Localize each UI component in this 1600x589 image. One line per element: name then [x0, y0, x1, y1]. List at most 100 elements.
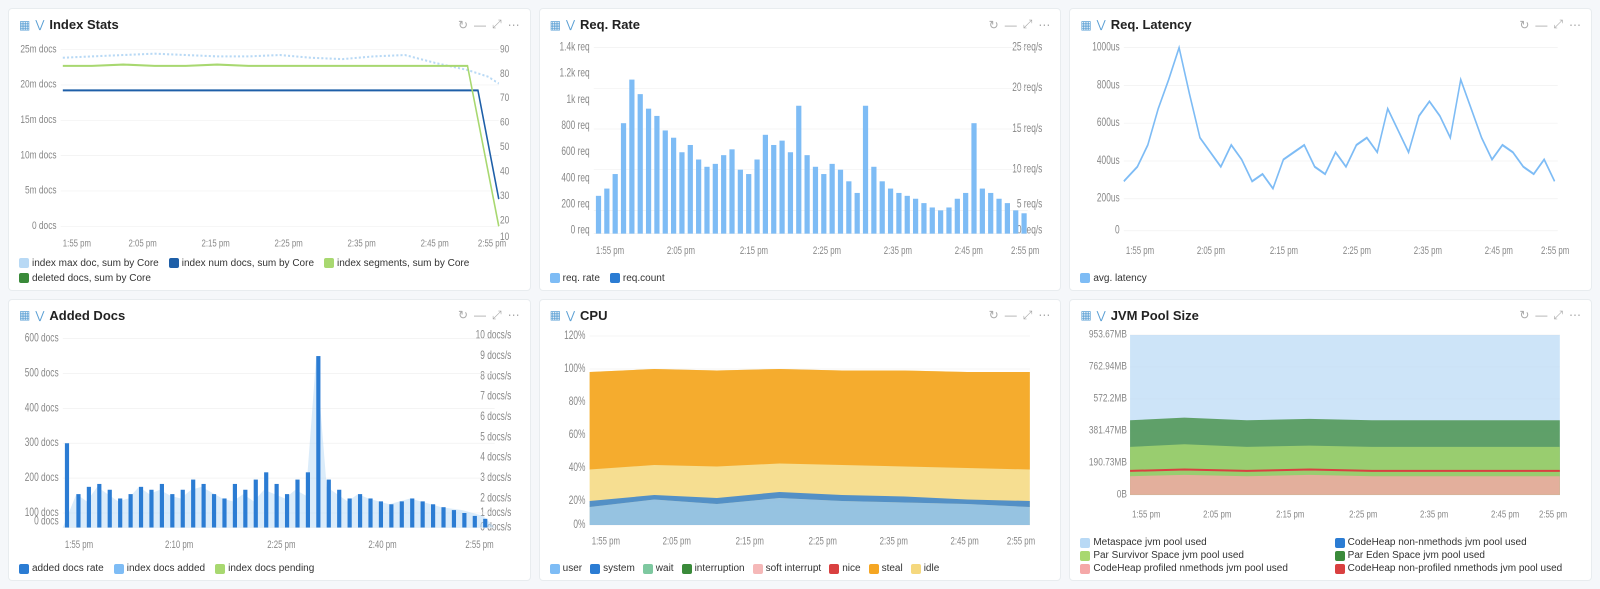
- panel-title: Req. Rate: [580, 17, 640, 32]
- expand-icon[interactable]: ⤢: [492, 17, 502, 32]
- legend-item: req. rate: [550, 273, 600, 284]
- svg-text:4 docs/s: 4 docs/s: [480, 451, 511, 464]
- expand-icon[interactable]: ⤢: [1023, 308, 1033, 323]
- legend-label: idle: [924, 563, 940, 574]
- more-icon[interactable]: ⋯: [1038, 308, 1050, 322]
- bar-chart-icon: ▦: [1080, 308, 1091, 322]
- legend-label: interruption: [695, 563, 745, 574]
- legend-item: nice: [829, 563, 860, 574]
- legend-label: Par Eden Space jvm pool used: [1348, 550, 1485, 561]
- svg-text:20: 20: [500, 215, 510, 227]
- jvm-pool-chart: 953.67MB 762.94MB 572.2MB 381.47MB 190.7…: [1080, 327, 1581, 534]
- panel-cpu: ▦ ⋁ CPU ↻ — ⤢ ⋯ 120% 100% 80% 60% 40% 20…: [539, 299, 1062, 582]
- more-icon[interactable]: ⋯: [508, 308, 520, 322]
- svg-text:600 docs: 600 docs: [25, 332, 59, 345]
- chart-area-req-latency: 1000us 800us 600us 400us 200us 0 1:55 pm…: [1080, 36, 1581, 269]
- svg-text:8 docs/s: 8 docs/s: [480, 370, 511, 383]
- legend-item: system: [590, 563, 635, 574]
- req-rate-chart: 1.4k req 1.2k req 1k req 800 req 600 req…: [550, 36, 1051, 269]
- expand-icon[interactable]: ⤢: [492, 308, 502, 323]
- svg-text:2 docs/s: 2 docs/s: [480, 492, 511, 505]
- legend-color: [324, 258, 334, 268]
- refresh-icon[interactable]: ↻: [1519, 308, 1529, 322]
- panel-req-latency: ▦ ⋁ Req. Latency ↻ — ⤢ ⋯ 1000us 800us 60…: [1069, 8, 1592, 291]
- legend-label: added docs rate: [32, 563, 104, 574]
- svg-text:30: 30: [500, 190, 510, 202]
- filter-icon: ⋁: [1097, 309, 1106, 322]
- title-group: ▦ ⋁ Req. Latency: [1080, 17, 1191, 32]
- svg-text:0 docs: 0 docs: [32, 220, 57, 232]
- svg-text:2:15 pm: 2:15 pm: [1276, 508, 1304, 519]
- svg-text:120%: 120%: [564, 329, 585, 342]
- more-icon[interactable]: ⋯: [1038, 18, 1050, 32]
- svg-text:2:25 pm: 2:25 pm: [1343, 245, 1371, 258]
- refresh-icon[interactable]: ↻: [458, 18, 468, 32]
- svg-text:2:55 pm: 2:55 pm: [465, 538, 493, 551]
- legend-label: avg. latency: [1093, 273, 1146, 284]
- minimize-icon[interactable]: —: [474, 308, 486, 322]
- legend-item: idle: [911, 563, 940, 574]
- minimize-icon[interactable]: —: [474, 18, 486, 32]
- panel-header-index-stats: ▦ ⋁ Index Stats ↻ — ⤢ ⋯: [19, 17, 520, 32]
- svg-text:381.47MB: 381.47MB: [1089, 424, 1127, 436]
- svg-text:800 req: 800 req: [561, 120, 589, 133]
- expand-icon[interactable]: ⤢: [1023, 17, 1033, 32]
- legend-color: [643, 564, 653, 574]
- panel-header-req-rate: ▦ ⋁ Req. Rate ↻ — ⤢ ⋯: [550, 17, 1051, 32]
- svg-text:2:15 pm: 2:15 pm: [739, 245, 767, 258]
- svg-text:1.2k req: 1.2k req: [559, 67, 589, 80]
- legend-color: [19, 564, 29, 574]
- svg-text:5 docs/s: 5 docs/s: [480, 431, 511, 444]
- title-group: ▦ ⋁ Req. Rate: [550, 17, 640, 32]
- legend-color: [1080, 564, 1090, 574]
- svg-text:0%: 0%: [573, 518, 585, 531]
- svg-text:1:55 pm: 1:55 pm: [65, 538, 93, 551]
- legend-item: deleted docs, sum by Core: [19, 273, 151, 284]
- legend-color: [1335, 551, 1345, 561]
- legend-color: [590, 564, 600, 574]
- filter-icon: ⋁: [566, 18, 575, 31]
- expand-icon[interactable]: ⤢: [1553, 308, 1563, 323]
- svg-text:2:05 pm: 2:05 pm: [1197, 245, 1225, 258]
- svg-text:90: 90: [500, 43, 510, 55]
- more-icon[interactable]: ⋯: [508, 18, 520, 32]
- legend-color: [1080, 273, 1090, 283]
- legend-color: [829, 564, 839, 574]
- legend-item: Par Survivor Space jvm pool used: [1080, 550, 1326, 561]
- expand-icon[interactable]: ⤢: [1553, 17, 1563, 32]
- minimize-icon[interactable]: —: [1005, 18, 1017, 32]
- refresh-icon[interactable]: ↻: [989, 308, 999, 322]
- legend-color: [753, 564, 763, 574]
- svg-text:200 req: 200 req: [561, 198, 589, 211]
- refresh-icon[interactable]: ↻: [989, 18, 999, 32]
- legend-color: [1080, 538, 1090, 548]
- panel-header-req-latency: ▦ ⋁ Req. Latency ↻ — ⤢ ⋯: [1080, 17, 1581, 32]
- bar-chart-icon: ▦: [19, 18, 30, 32]
- svg-text:2:10 pm: 2:10 pm: [165, 538, 193, 551]
- legend-item: added docs rate: [19, 563, 104, 574]
- panel-title: Added Docs: [49, 308, 125, 323]
- svg-text:60: 60: [500, 117, 510, 129]
- legend-label: index docs pending: [228, 563, 314, 574]
- svg-text:2:45 pm: 2:45 pm: [421, 238, 449, 249]
- svg-text:2:25 pm: 2:25 pm: [813, 245, 841, 258]
- refresh-icon[interactable]: ↻: [1519, 18, 1529, 32]
- chart-area-added-docs: 600 docs 500 docs 400 docs 300 docs 200 …: [19, 327, 520, 560]
- more-icon[interactable]: ⋯: [1569, 308, 1581, 322]
- minimize-icon[interactable]: —: [1535, 308, 1547, 322]
- added-docs-chart: 600 docs 500 docs 400 docs 300 docs 200 …: [19, 327, 520, 560]
- svg-text:2:45 pm: 2:45 pm: [950, 535, 978, 548]
- refresh-icon[interactable]: ↻: [458, 308, 468, 322]
- svg-text:2:15 pm: 2:15 pm: [202, 238, 230, 249]
- svg-text:2:35 pm: 2:35 pm: [879, 535, 907, 548]
- minimize-icon[interactable]: —: [1535, 18, 1547, 32]
- more-icon[interactable]: ⋯: [1569, 18, 1581, 32]
- bar-chart-icon: ▦: [550, 18, 561, 32]
- minimize-icon[interactable]: —: [1005, 308, 1017, 322]
- legend-item: wait: [643, 563, 674, 574]
- panel-title: Index Stats: [49, 17, 118, 32]
- legend-label: deleted docs, sum by Core: [32, 273, 151, 284]
- svg-text:5m docs: 5m docs: [25, 185, 57, 197]
- svg-text:25m docs: 25m docs: [20, 43, 56, 55]
- svg-text:20m docs: 20m docs: [20, 79, 56, 91]
